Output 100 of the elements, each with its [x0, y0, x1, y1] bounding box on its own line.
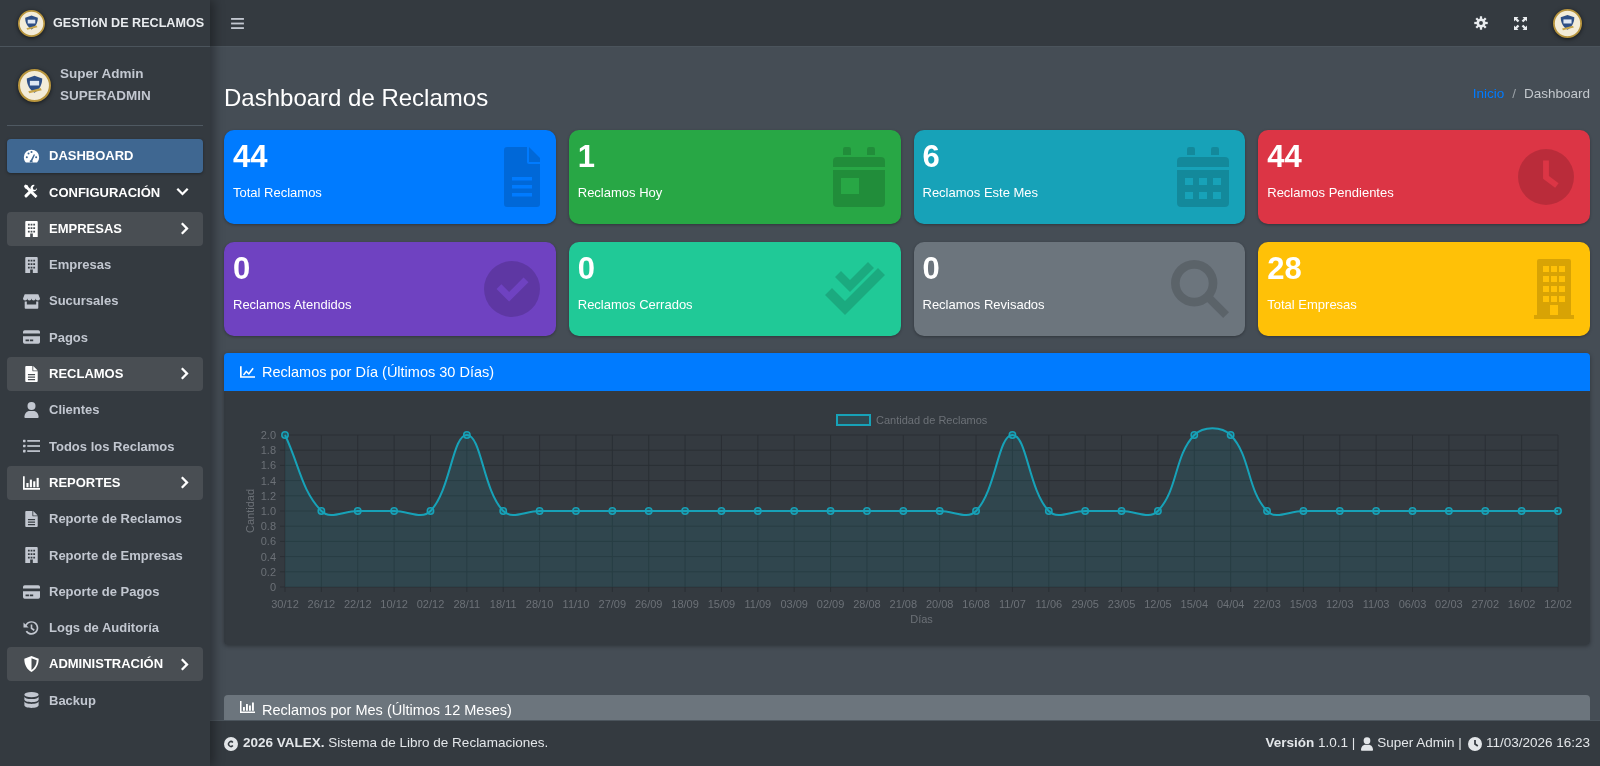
data-point — [1408, 507, 1417, 515]
data-point — [1081, 507, 1090, 515]
clock-icon — [1518, 149, 1574, 205]
data-point — [608, 507, 617, 515]
axis-tick-label: 15/04 — [1180, 598, 1209, 610]
sidebar-item[interactable]: CONFIGURACIÓN — [7, 175, 203, 210]
stat-value: 0 — [922, 250, 941, 288]
data-point — [1481, 507, 1490, 515]
data-point — [1372, 507, 1381, 515]
sidebar-item[interactable]: Reporte de Empresas — [7, 538, 203, 573]
data-point — [390, 507, 399, 515]
credit-card-icon — [23, 329, 40, 346]
tools-icon — [23, 184, 40, 201]
axis-tick-label: 23/05 — [1107, 598, 1136, 610]
stat-label: Reclamos Revisados — [922, 296, 1045, 314]
axis-tick-label: 12/03 — [1326, 598, 1354, 610]
breadcrumb-current: Dashboard — [1523, 85, 1590, 103]
data-point — [1444, 507, 1453, 515]
panel-title: Reclamos por Mes (Últimos 12 Meses) — [262, 701, 512, 719]
data-point — [462, 431, 471, 439]
sidebar-item[interactable]: EMPRESAS — [7, 211, 203, 246]
building-icon — [1534, 259, 1574, 319]
shield-avatar-icon[interactable] — [1553, 8, 1582, 38]
data-point — [499, 507, 508, 515]
expand-icon[interactable] — [1514, 16, 1527, 30]
panel-title: Reclamos por Día (Últimos 30 Días) — [262, 363, 495, 381]
axis-tick-label: 1.4 — [260, 474, 276, 487]
stat-value: 44 — [1267, 138, 1303, 176]
data-point — [972, 507, 980, 515]
menu-icon[interactable] — [231, 17, 244, 29]
data-point — [1517, 507, 1526, 515]
data-point — [572, 507, 580, 515]
settings-icon[interactable] — [1474, 16, 1488, 30]
stat-value: 44 — [233, 138, 269, 176]
data-point — [899, 507, 908, 515]
data-point — [1190, 431, 1199, 439]
breadcrumb-separator: / — [1512, 85, 1516, 103]
version-text: Versión 1.0.1 | — [1265, 734, 1356, 753]
footer-user-name: Super Admin | — [1377, 734, 1462, 753]
axis-tick-label: 03/09 — [780, 598, 808, 610]
stat-label: Reclamos Cerrados — [577, 296, 693, 314]
stat-value: 6 — [922, 138, 941, 176]
data-point — [935, 507, 944, 515]
sidebar-item[interactable]: RECLAMOS — [7, 356, 203, 391]
sidebar-item[interactable]: Backup — [7, 683, 203, 718]
data-point — [644, 507, 653, 515]
sidebar-item[interactable]: Todos los Reclamos — [7, 429, 203, 464]
sidebar-item[interactable]: ADMINISTRACIÓN — [7, 647, 203, 682]
chevron-right-icon — [181, 657, 189, 671]
stat-value: 28 — [1267, 250, 1303, 288]
stat-label: Reclamos Atendidos — [233, 296, 352, 314]
shield-avatar-icon — [18, 68, 51, 102]
user-role: SUPERADMIN — [60, 87, 151, 105]
chevron-right-icon — [181, 222, 189, 236]
stat-label: Reclamos Este Mes — [922, 184, 1039, 202]
sidebar-item[interactable]: Empresas — [7, 247, 203, 282]
axis-tick-label: 22/03 — [1253, 598, 1281, 610]
data-point — [1117, 507, 1126, 515]
credit-card-icon — [23, 583, 40, 600]
sidebar-item[interactable]: Reporte de Reclamos — [7, 501, 203, 536]
sidebar-item[interactable]: Sucursales — [7, 284, 203, 319]
line-chart-icon — [240, 366, 255, 378]
bar-chart-icon — [240, 701, 255, 713]
clock-icon — [1467, 736, 1482, 751]
data-point — [1044, 507, 1053, 515]
sidebar-item[interactable]: Clientes — [7, 393, 203, 428]
y-axis-title: Cantidad — [244, 489, 256, 533]
document-icon — [503, 147, 540, 207]
sidebar-item[interactable]: REPORTES — [7, 465, 203, 500]
calendar-icon — [1177, 147, 1230, 207]
tachometer-icon — [23, 148, 40, 164]
sidebar-item[interactable]: DASHBOARD — [7, 139, 203, 173]
axis-tick-label: 06/03 — [1398, 598, 1427, 610]
axis-tick-label: 15/03 — [1289, 598, 1318, 610]
data-point — [790, 507, 799, 515]
data-point — [826, 507, 835, 515]
stat-label: Reclamos Pendientes — [1267, 184, 1394, 202]
building-icon — [23, 220, 40, 237]
stat-value: 0 — [577, 250, 596, 288]
data-point — [353, 507, 362, 515]
data-point — [1335, 507, 1344, 515]
brand-title[interactable]: GESTIóN DE RECLAMOS — [53, 13, 205, 33]
shield-icon — [23, 656, 40, 673]
sidebar-item[interactable]: Logs de Auditoría — [7, 610, 203, 645]
axis-tick-label: 30/12 — [271, 598, 299, 610]
data-point — [1554, 507, 1562, 515]
chevron-right-icon — [181, 476, 189, 490]
calendar-icon — [832, 147, 885, 207]
data-point — [281, 431, 289, 439]
data-point — [1008, 431, 1017, 439]
data-point — [863, 507, 871, 515]
data-point — [753, 507, 762, 515]
sidebar-item[interactable]: Pagos — [7, 320, 203, 355]
user-icon — [1361, 736, 1374, 751]
legend-swatch-icon — [836, 414, 871, 426]
file-icon — [23, 365, 40, 382]
data-point — [1299, 507, 1308, 515]
store-icon — [23, 293, 40, 310]
shield-logo-icon[interactable] — [18, 9, 45, 37]
sidebar-item[interactable]: Reporte de Pagos — [7, 574, 203, 609]
